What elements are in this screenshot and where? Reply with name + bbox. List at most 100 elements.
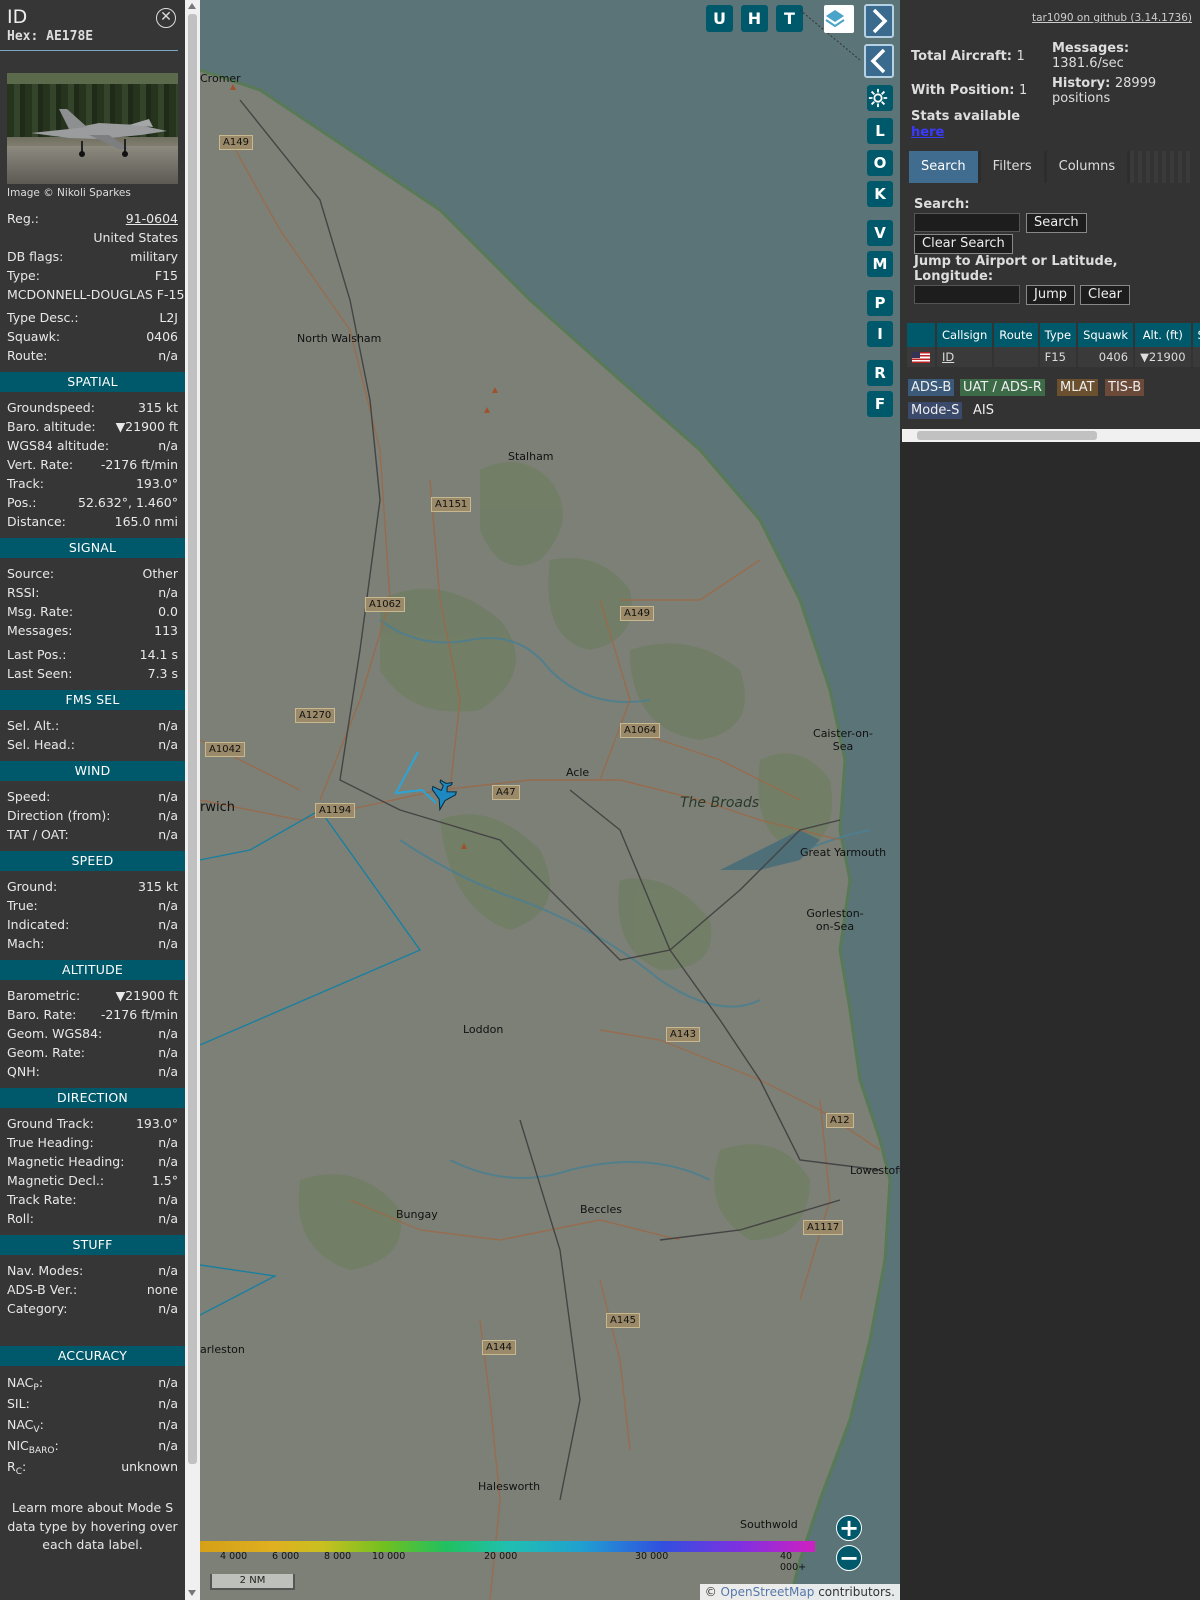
column-squawk[interactable]: Squawk	[1077, 323, 1136, 347]
jump-label: Jump to Airport or Latitude, Longitude:	[914, 254, 1118, 284]
info-label[interactable]: Sel. Head.:	[7, 735, 75, 754]
toggle-t-button[interactable]: T	[776, 5, 803, 32]
source-ais-toggle[interactable]: AIS	[970, 402, 997, 419]
stats-here-link[interactable]: here	[911, 125, 944, 140]
info-label[interactable]: Mach:	[7, 934, 44, 953]
osm-link[interactable]: OpenStreetMap	[721, 1585, 815, 1599]
info-label[interactable]: Nav. Modes:	[7, 1261, 83, 1280]
info-label[interactable]: True:	[7, 896, 38, 915]
toggle-u-button[interactable]: U	[706, 5, 733, 32]
toggle-p-button[interactable]: P	[867, 290, 893, 316]
info-label[interactable]: Roll:	[7, 1209, 34, 1228]
jump-input[interactable]	[914, 285, 1020, 304]
toggle-h-button[interactable]: H	[741, 5, 768, 32]
info-label[interactable]: Baro. Rate:	[7, 1005, 76, 1024]
info-label[interactable]: Barometric:	[7, 986, 80, 1005]
info-label[interactable]: Sel. Alt.:	[7, 716, 59, 735]
info-label[interactable]: Ground:	[7, 877, 57, 896]
table-horizontal-scrollbar[interactable]	[902, 429, 1200, 442]
source-uat-toggle[interactable]: UAT / ADS-R	[960, 379, 1045, 396]
info-label[interactable]: Category:	[7, 1299, 67, 1318]
layers-button[interactable]	[824, 5, 854, 33]
tab-search[interactable]: Search	[909, 151, 978, 183]
column-route[interactable]: Route	[993, 323, 1040, 347]
info-label[interactable]: Source:	[7, 564, 54, 583]
info-label[interactable]: Speed:	[7, 787, 50, 806]
source-modes-toggle[interactable]: Mode-S	[908, 402, 963, 419]
info-label[interactable]: ADS-B Ver.:	[7, 1280, 77, 1299]
accuracy-label[interactable]: RC:	[7, 1456, 26, 1477]
search-button[interactable]: Search	[1026, 213, 1087, 233]
map-area[interactable]: Cromer North Walsham Stalham Caister-on-Sea…	[200, 0, 900, 1600]
info-row: Baro. Rate: -2176 ft/min	[0, 1005, 185, 1024]
info-label[interactable]: Geom. Rate:	[7, 1043, 85, 1062]
settings-button[interactable]	[867, 85, 893, 111]
info-label[interactable]: Last Seen:	[7, 664, 72, 683]
tab-filters[interactable]: Filters	[980, 151, 1044, 183]
info-label[interactable]: Last Pos.:	[7, 645, 66, 664]
reg-link[interactable]: 91-0604	[126, 209, 178, 228]
info-row: Ground: 315 kt	[0, 877, 185, 896]
info-row: TAT / OAT: n/a	[0, 825, 185, 844]
column-speed[interactable]: Spd	[1191, 323, 1200, 347]
jump-button[interactable]: Jump	[1026, 285, 1075, 305]
info-label[interactable]: Distance:	[7, 512, 66, 531]
toggle-r-button[interactable]: R	[867, 360, 893, 386]
toggle-k-button[interactable]: K	[867, 181, 893, 207]
column-type[interactable]: Type	[1038, 323, 1079, 347]
info-value: n/a	[158, 1154, 178, 1169]
section-stuff: STUFF	[0, 1235, 185, 1255]
info-label[interactable]: RSSI:	[7, 583, 39, 602]
accuracy-list: NACP: n/a SIL: n/a NACV: n/a NICBARO: n/a RC: unk…	[0, 1372, 185, 1477]
clear-jump-button[interactable]: Clear	[1080, 285, 1130, 305]
info-label[interactable]: Groundspeed:	[7, 398, 95, 417]
column-altitude[interactable]: Alt. (ft)	[1134, 323, 1193, 347]
toggle-i-button[interactable]: I	[867, 321, 893, 347]
info-scrollbar[interactable]	[185, 0, 200, 1600]
info-label[interactable]: WGS84 altitude:	[7, 436, 109, 455]
aircraft-photo[interactable]	[7, 73, 178, 184]
info-label[interactable]: TAT / OAT:	[7, 825, 69, 844]
column-callsign[interactable]: Callsign	[936, 323, 995, 347]
info-label[interactable]: Vert. Rate:	[7, 455, 73, 474]
toggle-o-button[interactable]: O	[867, 150, 893, 176]
toggle-f-button[interactable]: F	[867, 391, 893, 417]
info-label[interactable]: Track:	[7, 474, 44, 493]
search-input[interactable]	[914, 213, 1020, 232]
toggle-v-button[interactable]: V	[867, 220, 893, 246]
info-label[interactable]: Geom. WGS84:	[7, 1024, 102, 1043]
info-label[interactable]: Ground Track:	[7, 1114, 94, 1133]
collapse-sidebar-button[interactable]	[864, 44, 894, 78]
info-label[interactable]: Baro. altitude:	[7, 417, 96, 436]
zoom-out-button[interactable]: −	[836, 1545, 862, 1571]
toggle-l-button[interactable]: L	[867, 118, 893, 144]
info-label[interactable]: Msg. Rate:	[7, 602, 73, 621]
close-icon[interactable]: ✕	[156, 8, 176, 28]
tab-columns[interactable]: Columns	[1046, 151, 1128, 183]
table-row[interactable]: ID F15 0406 ▼21900	[907, 347, 1200, 367]
accuracy-label[interactable]: NACP:	[7, 1372, 43, 1393]
expand-sidebar-button[interactable]	[864, 4, 894, 38]
info-label[interactable]: Magnetic Heading:	[7, 1152, 124, 1171]
info-label[interactable]: Direction (from):	[7, 806, 111, 825]
info-label[interactable]: True Heading:	[7, 1133, 94, 1152]
info-label[interactable]: Indicated:	[7, 915, 69, 934]
zoom-in-button[interactable]: +	[836, 1515, 862, 1541]
accuracy-label[interactable]: NICBARO:	[7, 1435, 59, 1456]
row-callsign[interactable]: ID	[936, 347, 995, 367]
info-label[interactable]: Pos.:	[7, 493, 36, 512]
source-mlat-toggle[interactable]: MLAT	[1057, 379, 1098, 396]
toggle-m-button[interactable]: M	[867, 251, 893, 277]
info-label[interactable]: Magnetic Decl.:	[7, 1171, 104, 1190]
map-canvas[interactable]	[200, 0, 900, 1600]
source-tisb-toggle[interactable]: TIS-B	[1105, 379, 1145, 396]
github-link[interactable]: tar1090 on github (3.14.1736)	[1032, 12, 1192, 24]
source-adsb-toggle[interactable]: ADS-B	[908, 379, 955, 396]
info-label[interactable]: Track Rate:	[7, 1190, 77, 1209]
accuracy-label[interactable]: SIL:	[7, 1393, 30, 1414]
accuracy-label[interactable]: NACV:	[7, 1414, 44, 1435]
info-label[interactable]: QNH:	[7, 1062, 40, 1081]
info-label[interactable]: Messages:	[7, 621, 73, 640]
clear-search-button[interactable]: Clear Search	[914, 234, 1013, 254]
column-flag[interactable]	[907, 323, 937, 347]
